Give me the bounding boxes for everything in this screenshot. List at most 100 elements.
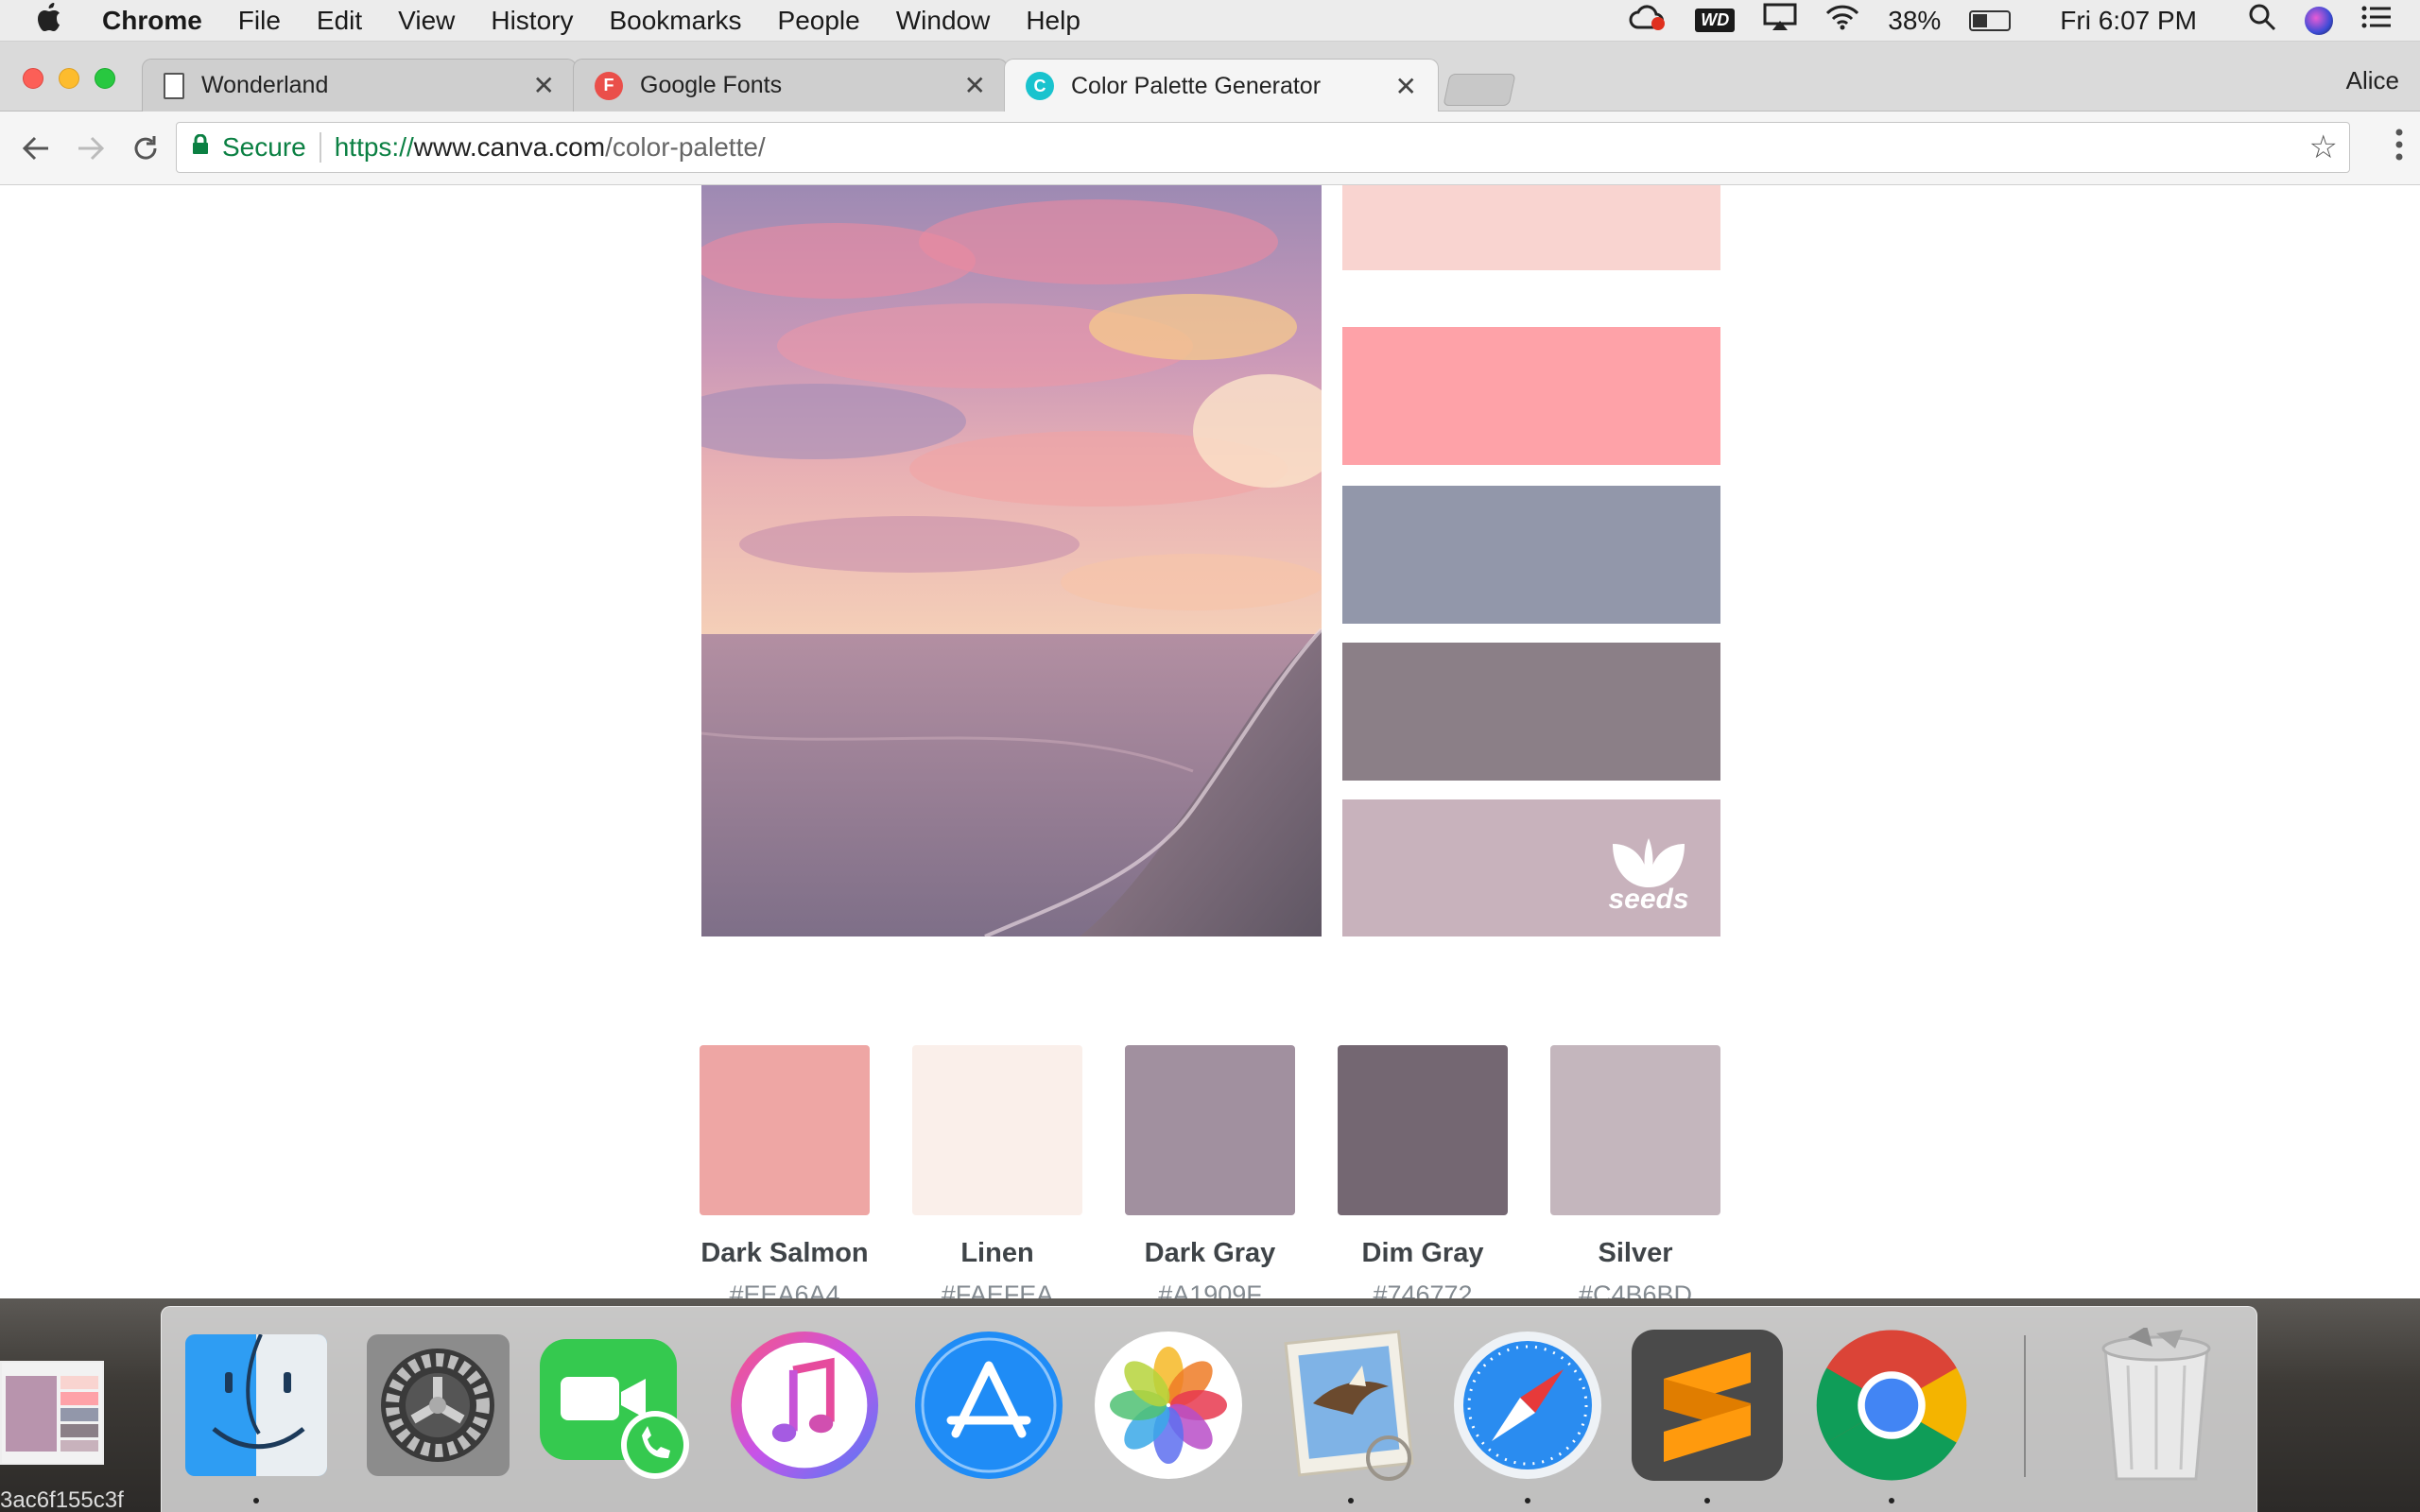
bookmark-star-icon[interactable]: ☆ [2309,129,2338,166]
url-host: www.canva.com [413,132,606,162]
swatch-color-box[interactable] [912,1045,1082,1215]
color-strip [1342,327,1720,465]
swatch-hex[interactable]: #C4B6BD [1550,1280,1720,1298]
color-strip: seeds [1342,799,1720,936]
close-window-button[interactable] [23,68,43,89]
swatch-hex[interactable]: #FAEFEA [912,1280,1082,1298]
app-menu-chrome[interactable]: Chrome [102,6,202,36]
creative-cloud-icon[interactable] [1629,3,1667,38]
swatch-name: Linen [960,1238,1034,1268]
menu-view[interactable]: View [398,6,455,36]
swatch-color-box[interactable] [1125,1045,1295,1215]
swatch-hex[interactable]: #A1909F [1125,1280,1295,1298]
running-indicator [1348,1498,1354,1503]
chrome-window: Wonderland ✕ F Google Fonts ✕ C Color Pa… [0,42,2420,1298]
mail-icon[interactable] [1275,1329,1426,1503]
close-tab-icon[interactable]: ✕ [1395,71,1417,102]
itunes-icon[interactable] [729,1330,880,1481]
menu-edit[interactable]: Edit [317,6,362,36]
dock [161,1306,2257,1512]
system-preferences-icon[interactable] [362,1330,513,1481]
apple-menu-icon[interactable] [36,2,74,40]
running-indicator [1889,1498,1894,1503]
close-tab-icon[interactable]: ✕ [533,70,555,101]
airplay-icon[interactable] [1763,3,1797,38]
tab-title: Color Palette Generator [1071,72,1322,99]
menu-file[interactable]: File [238,6,281,36]
palette-swatch[interactable]: Dark Salmon #EEA6A4 [700,1045,870,1298]
swatch-name: Dark Gray [1144,1238,1276,1268]
document-icon [164,72,184,99]
lock-icon [192,133,209,162]
spotlight-search-icon[interactable] [2248,3,2276,38]
forward-arrow-icon[interactable] [72,129,110,167]
reload-icon[interactable] [127,129,164,167]
palette-swatch[interactable]: Dark Gray #A1909F [1125,1045,1295,1298]
running-indicator [1525,1498,1530,1503]
close-tab-icon[interactable]: ✕ [964,70,986,101]
menu-people[interactable]: People [778,6,860,36]
palette-swatch[interactable]: Dim Gray #746772 [1338,1045,1508,1298]
tab-wonderland[interactable]: Wonderland ✕ [142,59,577,112]
swatch-name: Dim Gray [1361,1238,1484,1268]
battery-percent[interactable]: 38% [1888,6,1941,36]
facetime-icon[interactable] [540,1330,691,1481]
browser-toolbar: Secure https:// www.canva.com /color-pal… [0,112,2420,185]
sunset-beach-photo [701,185,1322,936]
color-strip [1342,643,1720,781]
new-tab-button[interactable] [1443,74,1516,106]
menu-history[interactable]: History [491,6,573,36]
menu-bookmarks[interactable]: Bookmarks [609,6,741,36]
swatch-name: Dark Salmon [700,1238,869,1268]
minimize-window-button[interactable] [59,68,79,89]
clock[interactable]: Fri 6:07 PM [2060,6,2197,36]
tab-google-fonts[interactable]: F Google Fonts ✕ [573,59,1008,112]
color-strip [1342,486,1720,624]
swatch-hex[interactable]: #746772 [1338,1280,1508,1298]
swatch-name: Silver [1598,1238,1673,1268]
tab-color-palette-generator[interactable]: C Color Palette Generator ✕ [1004,59,1439,112]
tab-title: Google Fonts [640,72,783,98]
sublime-text-icon[interactable] [1632,1330,1783,1503]
color-strip [1342,185,1720,270]
menu-help[interactable]: Help [1026,6,1080,36]
window-controls [23,68,115,89]
app-store-icon[interactable] [913,1330,1064,1481]
swatch-color-box[interactable] [1550,1045,1720,1215]
profile-button[interactable]: Alice [2346,66,2399,95]
tab-title: Wonderland [201,72,329,98]
palette-swatch[interactable]: Silver #C4B6BD [1550,1045,1720,1298]
trash-icon[interactable] [2081,1327,2232,1481]
google-fonts-favicon-icon: F [595,71,623,100]
dock-divider [2024,1335,2026,1477]
url-path: /color-palette/ [605,132,766,162]
canva-favicon-icon: C [1026,72,1054,100]
address-separator [319,132,321,163]
siri-icon[interactable] [2305,6,2333,35]
wd-drive-icon[interactable]: WD [1695,9,1736,32]
photos-icon[interactable] [1093,1330,1244,1481]
back-arrow-icon[interactable] [17,129,55,167]
chrome-menu-icon[interactable] [2395,129,2403,166]
url-scheme: https:// [334,132,414,162]
finder-icon[interactable] [181,1330,332,1503]
wifi-icon[interactable] [1825,4,1859,37]
palette-swatch[interactable]: Linen #FAEFEA [912,1045,1082,1298]
safari-icon[interactable] [1452,1330,1603,1503]
chrome-icon[interactable] [1816,1330,1967,1503]
battery-icon[interactable] [1969,9,2012,31]
zoom-window-button[interactable] [95,68,115,89]
menu-window[interactable]: Window [896,6,991,36]
screenshot-thumbnail[interactable] [0,1361,104,1465]
notification-center-icon[interactable] [2361,5,2392,36]
running-indicator [1704,1498,1710,1503]
swatch-color-box[interactable] [1338,1045,1508,1215]
running-indicator [253,1498,259,1503]
seeds-logo: seeds [1601,834,1696,916]
swatch-color-box[interactable] [700,1045,870,1215]
swatch-hex[interactable]: #EEA6A4 [700,1280,870,1298]
secure-label: Secure [222,132,306,162]
seeds-logo-text: seeds [1608,884,1689,915]
address-bar[interactable]: Secure https:// www.canva.com /color-pal… [176,122,2350,173]
menu-bar: Chrome File Edit View History Bookmarks … [0,0,2420,42]
